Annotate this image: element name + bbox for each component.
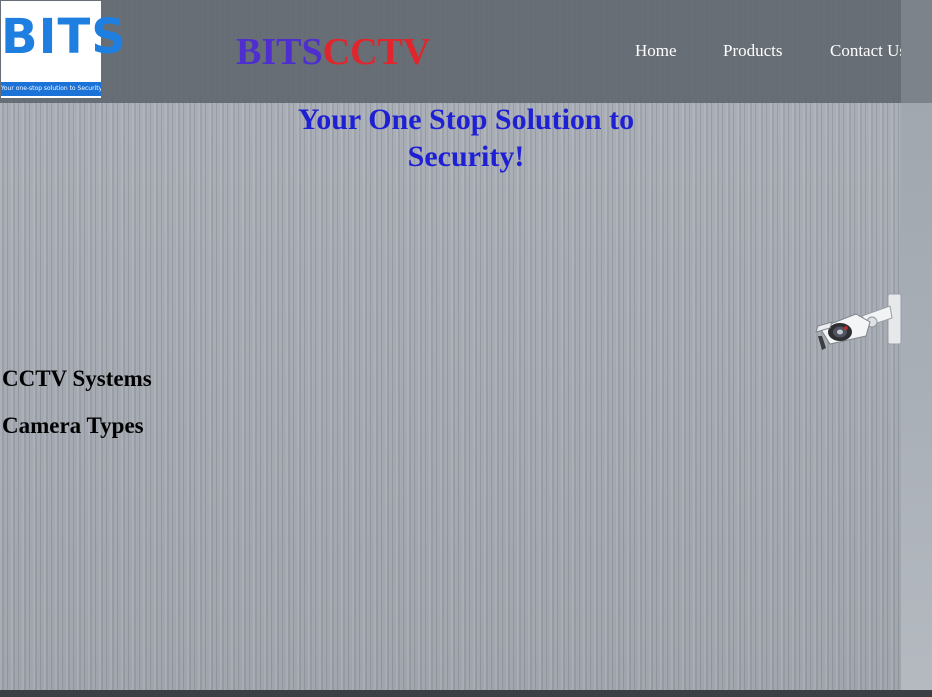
bottom-bar	[0, 690, 932, 697]
site-header: BITS Your one-stop solution to Security …	[0, 0, 906, 103]
brand-title-part2: CCTV	[322, 31, 431, 73]
logo-tagline: Your one-stop solution to Security	[1, 82, 101, 96]
header-extension	[901, 0, 932, 103]
security-camera-icon	[812, 292, 902, 354]
hero-tagline: Your One Stop Solution to Security!	[297, 103, 635, 173]
nav-home-link[interactable]: Home	[635, 40, 677, 62]
brand-title: BITSCCTV	[236, 30, 430, 74]
cctv-systems-link[interactable]: CCTV Systems	[2, 365, 152, 393]
camera-types-link[interactable]: Camera Types	[2, 412, 144, 440]
logo-text: BITS	[1, 9, 127, 65]
logo[interactable]: BITS Your one-stop solution to Security	[1, 1, 127, 98]
nav-products-link[interactable]: Products	[723, 40, 783, 62]
background-strip	[901, 0, 932, 697]
brand-title-part1: BITS	[236, 31, 323, 73]
nav-contact-link[interactable]: Contact Us	[830, 40, 906, 62]
page: BITS Your one-stop solution to Security …	[0, 0, 932, 697]
